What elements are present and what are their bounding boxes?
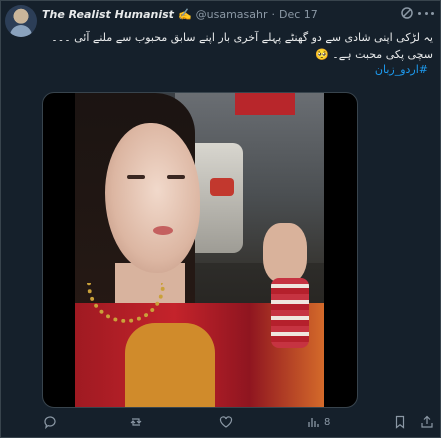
share-button[interactable]	[420, 415, 434, 429]
video-blouse	[125, 323, 215, 407]
separator-dot: ·	[271, 7, 276, 21]
video-car-light	[210, 178, 234, 196]
tweet-header: The Realist Humanist ✍️ @usamasahr · Dec…	[42, 6, 318, 22]
grok-icon[interactable]	[400, 6, 414, 20]
author-handle[interactable]: @usamasahr	[196, 8, 268, 21]
hashtag-link[interactable]: #اردو_زبان	[375, 63, 428, 76]
writing-hand-emoji: ✍️	[177, 7, 192, 21]
more-options-icon[interactable]	[418, 12, 434, 16]
author-name[interactable]: The Realist Humanist	[42, 8, 174, 21]
avatar[interactable]	[5, 5, 37, 37]
video-player[interactable]	[42, 92, 358, 408]
bookmark-button[interactable]	[393, 415, 407, 429]
retweet-button[interactable]	[129, 415, 143, 429]
share-icon	[421, 415, 433, 428]
video-eye-left	[127, 175, 145, 179]
reply-button[interactable]	[43, 415, 57, 429]
video-eye-right	[167, 175, 185, 179]
views-button[interactable]: 8	[306, 415, 330, 429]
video-bangles	[271, 278, 309, 348]
reply-icon	[44, 416, 56, 429]
action-bar: 8	[1, 415, 441, 433]
heart-icon	[219, 416, 233, 428]
tweet-card[interactable]: The Realist Humanist ✍️ @usamasahr · Dec…	[0, 0, 441, 438]
video-frame	[75, 93, 324, 407]
video-sign	[235, 93, 295, 115]
views-icon	[308, 418, 319, 427]
avatar-figure	[10, 25, 32, 37]
retweet-icon	[130, 418, 142, 426]
bookmark-icon	[395, 415, 405, 429]
views-count: 8	[324, 416, 331, 428]
video-hand	[263, 223, 307, 283]
post-date[interactable]: Dec 17	[279, 8, 318, 21]
post-text: یہ لڑکی اپنی شادی سے دو گھنٹے پہلے آخری …	[51, 31, 433, 61]
like-button[interactable]	[219, 415, 233, 429]
video-lips	[153, 226, 173, 235]
